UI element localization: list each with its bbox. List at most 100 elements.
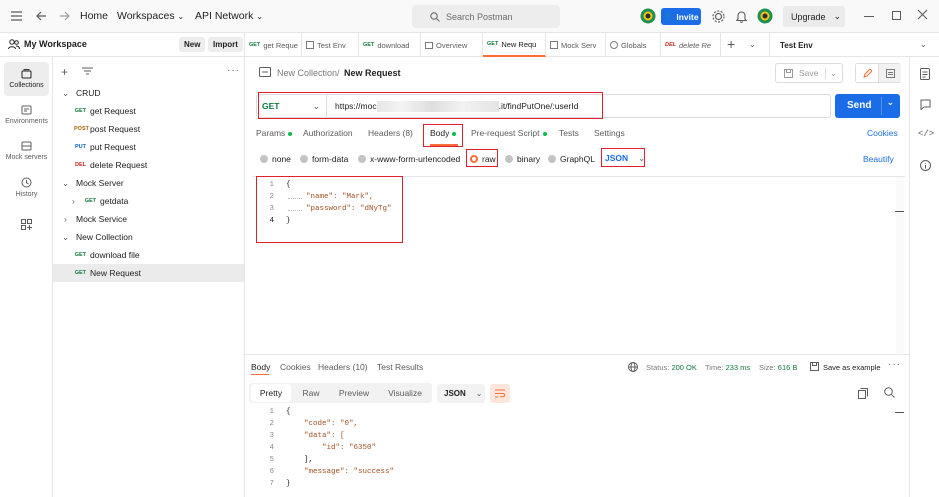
close-window-icon[interactable] — [917, 9, 928, 20]
filter-icon[interactable] — [82, 67, 93, 75]
import-button[interactable]: Import — [208, 37, 243, 52]
menu-icon[interactable] — [11, 11, 22, 21]
status-readout[interactable]: Status: 200 OK — [646, 363, 697, 372]
tab-overview[interactable]: Overview — [421, 33, 483, 57]
tabs-overflow-chevron-icon[interactable]: ⌄ — [749, 40, 756, 49]
minimize-icon[interactable] — [864, 16, 874, 17]
tab-mock-server[interactable]: Mock Serv — [546, 33, 606, 57]
sidebar-item-history[interactable]: History — [4, 170, 49, 204]
view-toggle[interactable] — [855, 63, 901, 83]
tree-item-post-request[interactable]: POST post Request — [53, 120, 244, 138]
tree-item-put-request[interactable]: PUT put Request — [53, 138, 244, 156]
maximize-icon[interactable] — [892, 11, 901, 20]
send-button[interactable]: Send ⌄ — [835, 94, 900, 118]
response-tab-test-results[interactable]: Test Results — [377, 362, 423, 372]
tree-folder-new-collection[interactable]: ⌄ New Collection — [53, 228, 244, 246]
tab-settings[interactable]: Settings — [594, 128, 625, 138]
beautify-link[interactable]: Beautify — [863, 154, 894, 164]
tab-authorization[interactable]: Authorization — [303, 128, 353, 138]
tree-item-new-request[interactable]: GET New Request — [53, 264, 244, 282]
edit-pencil-icon[interactable] — [856, 64, 879, 82]
more-options-icon[interactable]: ··· — [227, 65, 240, 76]
tab-params[interactable]: Params — [256, 128, 293, 138]
info-icon[interactable] — [920, 160, 931, 171]
tab-download[interactable]: GET download — [359, 33, 421, 57]
editor-scrollbar[interactable] — [896, 177, 904, 353]
comments-icon[interactable] — [920, 99, 931, 110]
view-raw[interactable]: Raw — [295, 383, 327, 403]
view-preview[interactable]: Preview — [333, 383, 375, 403]
add-collection-icon[interactable]: + — [61, 65, 68, 79]
workspaces-menu[interactable]: Workspaces ⌄ — [117, 10, 184, 22]
search-icon[interactable] — [884, 387, 895, 398]
team-avatar-icon[interactable] — [640, 8, 656, 24]
tab-pre-request-script[interactable]: Pre-request Script — [471, 128, 547, 138]
new-button[interactable]: New — [179, 37, 206, 52]
search-input[interactable]: Search Postman — [412, 5, 560, 28]
status-dot — [288, 131, 293, 136]
breadcrumb-parent[interactable]: New Collection — [277, 68, 337, 78]
globe-icon[interactable] — [628, 362, 638, 372]
view-pretty[interactable]: Pretty — [251, 384, 291, 402]
tree-item-getdata[interactable]: › GET getdata — [53, 192, 244, 210]
format-label: JSON — [444, 389, 466, 398]
radio-binary[interactable]: binary — [505, 154, 540, 164]
tab-headers[interactable]: Headers (8) — [368, 128, 413, 138]
forward-arrow-icon[interactable] — [59, 11, 70, 21]
tree-folder-mock-service[interactable]: › Mock Service — [53, 210, 244, 228]
send-chevron-icon[interactable]: ⌄ — [887, 98, 894, 107]
tab-label: Globals — [621, 40, 647, 50]
notification-bell-icon[interactable] — [736, 10, 747, 23]
home-link[interactable]: Home — [80, 10, 108, 22]
tab-delete-request[interactable]: DEL delete Re — [661, 33, 721, 57]
save-button[interactable]: Save ⌄ — [775, 63, 843, 83]
radio-form-data[interactable]: form-data — [300, 154, 348, 164]
response-format-select[interactable]: JSON ⌄ — [437, 384, 485, 403]
tab-new-request[interactable]: GET New Requ — [483, 33, 546, 57]
sidebar-item-collections[interactable]: Collections — [4, 62, 49, 96]
radio-x-www-form-urlencoded[interactable]: x-www-form-urlencoded — [358, 154, 460, 164]
radio-none[interactable]: none — [260, 154, 291, 164]
tree-item-get-request[interactable]: GET get Request — [53, 102, 244, 120]
request-name[interactable]: New Request — [344, 68, 401, 78]
response-tab-body[interactable]: Body — [251, 362, 270, 372]
tab-get-request[interactable]: GET get Reque — [245, 33, 302, 57]
sidebar-item-label: History — [15, 190, 38, 198]
view-visualize[interactable]: Visualize — [382, 383, 428, 403]
time-readout[interactable]: Time: 233 ms — [705, 363, 750, 372]
code-snippet-icon[interactable]: </> — [918, 129, 934, 139]
response-tab-headers[interactable]: Headers (10) — [318, 362, 368, 372]
wrap-lines-icon[interactable] — [490, 384, 510, 403]
tree-item-delete-request[interactable]: DEL delete Request — [53, 156, 244, 174]
tree-folder-crud[interactable]: ⌄ CRUD — [53, 84, 244, 102]
tab-tests[interactable]: Tests — [559, 128, 579, 138]
response-body-viewer[interactable]: 1 2 3 4 5 6 7 { "code": "0", "data": [ "… — [252, 404, 905, 497]
documentation-icon[interactable] — [920, 68, 930, 80]
environment-chevron-icon[interactable]: ⌄ — [920, 40, 927, 49]
workspace-title[interactable]: My Workspace — [24, 39, 87, 49]
back-arrow-icon[interactable] — [36, 11, 47, 21]
new-tab-plus-icon[interactable]: + — [727, 36, 735, 52]
save-as-example-button[interactable]: Save as example — [823, 363, 881, 372]
tree-item-download-file[interactable]: GET download file — [53, 246, 244, 264]
document-view-icon[interactable] — [879, 64, 901, 82]
sidebar-item-environments[interactable]: Environments — [4, 98, 49, 132]
sidebar-item-mock-servers[interactable]: Mock servers — [4, 134, 49, 168]
settings-gear-icon[interactable] — [712, 10, 725, 23]
more-options-icon[interactable]: ··· — [888, 359, 901, 370]
radio-graphql[interactable]: GraphQL — [548, 154, 595, 164]
api-network-menu[interactable]: API Network ⌄ — [195, 10, 263, 22]
size-readout[interactable]: Size: 616 B — [759, 363, 797, 372]
upgrade-button[interactable]: Upgrade ⌄ — [783, 6, 845, 27]
tree-folder-mock-server[interactable]: ⌄ Mock Server — [53, 174, 244, 192]
copy-icon[interactable] — [858, 388, 868, 399]
tab-globals[interactable]: Globals — [606, 33, 661, 57]
invite-button[interactable]: 👤 Invite — [661, 8, 701, 25]
response-tab-cookies[interactable]: Cookies — [280, 362, 311, 372]
configure-sidebar-icon[interactable] — [21, 219, 32, 230]
save-chevron-icon: ⌄ — [824, 67, 837, 79]
cookies-link[interactable]: Cookies — [867, 128, 898, 138]
environment-selector[interactable]: Test Env — [769, 33, 909, 57]
user-avatar-icon[interactable] — [757, 8, 773, 24]
tab-test-env[interactable]: Test Env — [302, 33, 359, 57]
